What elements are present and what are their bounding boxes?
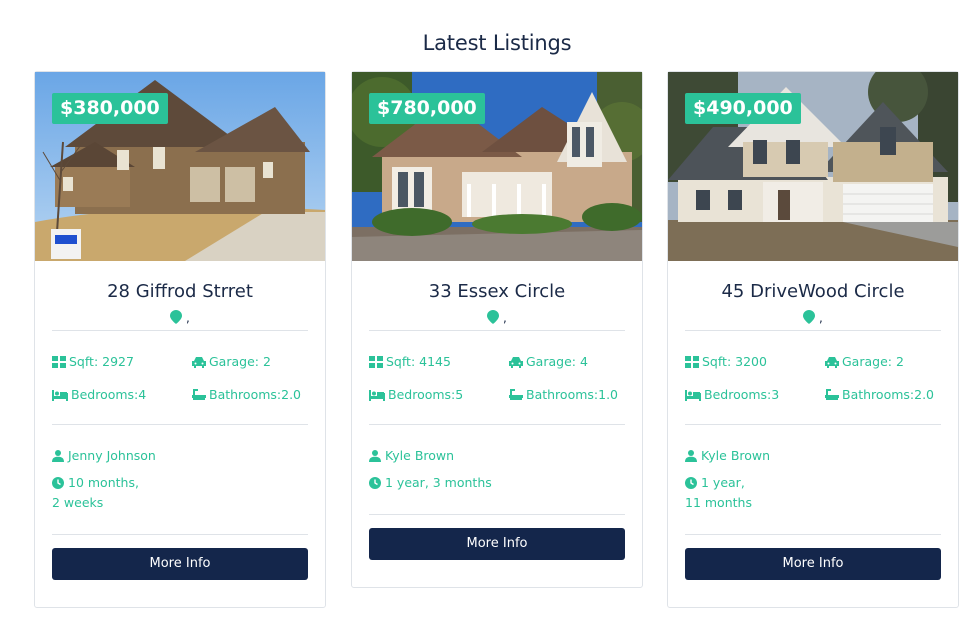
bedrooms-feature: Bedrooms:4 — [52, 387, 192, 404]
bedrooms-text: Bedrooms:5 — [388, 387, 464, 402]
sqft-feature: Sqft: 3200 — [685, 354, 825, 371]
th-large-icon — [685, 356, 699, 368]
bathrooms-text: Bathrooms:1.0 — [526, 387, 618, 402]
listed-time-line2: 11 months — [685, 495, 752, 510]
location-text: , — [503, 311, 507, 325]
sqft-text: Sqft: 2927 — [69, 354, 134, 369]
user-icon — [369, 450, 381, 462]
bedrooms-feature: Bedrooms:3 — [685, 387, 825, 404]
more-info-button[interactable]: More Info — [369, 528, 625, 560]
user-icon — [52, 450, 64, 462]
agent-name: Kyle Brown — [385, 448, 455, 463]
bathrooms-text: Bathrooms:2.0 — [842, 387, 934, 402]
clock-icon — [52, 477, 64, 489]
th-large-icon — [369, 356, 383, 368]
listing-location: , — [52, 310, 308, 330]
garage-text: Garage: 2 — [842, 354, 904, 369]
listed-time-row: 1 year, 11 months — [685, 473, 941, 513]
th-large-icon — [52, 356, 66, 368]
listed-time-line1: 1 year, — [701, 475, 745, 490]
price-badge: $490,000 — [685, 93, 801, 124]
garage-text: Garage: 4 — [526, 354, 588, 369]
bath-icon — [192, 389, 206, 400]
listed-time-line1: 1 year, 3 months — [385, 475, 492, 490]
listed-time-row: 10 months, 2 weeks — [52, 473, 308, 513]
sqft-text: Sqft: 4145 — [386, 354, 451, 369]
sqft-text: Sqft: 3200 — [702, 354, 767, 369]
listing-photo[interactable]: $780,000 — [352, 72, 642, 261]
car-icon — [192, 357, 206, 368]
garage-feature: Garage: 4 — [509, 354, 625, 371]
divider — [685, 534, 941, 535]
sqft-feature: Sqft: 2927 — [52, 354, 192, 371]
agent-row: Kyle Brown — [369, 446, 625, 466]
map-marker-icon — [487, 310, 500, 324]
map-marker-icon — [170, 310, 183, 324]
sqft-feature: Sqft: 4145 — [369, 354, 509, 371]
listing-card: $380,000 28 Giffrod Strret , Sqft: 2927 … — [34, 71, 326, 608]
agent-name: Jenny Johnson — [68, 448, 156, 463]
location-text: , — [819, 311, 823, 325]
more-info-button[interactable]: More Info — [685, 548, 941, 580]
garage-feature: Garage: 2 — [192, 354, 308, 371]
listing-photo[interactable]: $490,000 — [668, 72, 958, 261]
garage-text: Garage: 2 — [209, 354, 271, 369]
bed-icon — [685, 390, 701, 401]
divider — [52, 534, 308, 535]
bathrooms-text: Bathrooms:2.0 — [209, 387, 301, 402]
agent-name: Kyle Brown — [701, 448, 771, 463]
bedrooms-text: Bedrooms:3 — [704, 387, 780, 402]
listed-time-line2: 2 weeks — [52, 495, 104, 510]
clock-icon — [685, 477, 697, 489]
section-title: Latest Listings — [422, 31, 572, 55]
listing-location: , — [685, 310, 941, 330]
bedrooms-feature: Bedrooms:5 — [369, 387, 509, 404]
listing-card: $490,000 45 DriveWood Circle , Sqft: 320… — [667, 71, 959, 608]
bath-icon — [509, 389, 523, 400]
bathrooms-feature: Bathrooms:2.0 — [825, 387, 941, 404]
user-icon — [685, 450, 697, 462]
listing-card: $780,000 33 Essex Circle , Sqft: 4145 Ga… — [351, 71, 643, 588]
bed-icon — [369, 390, 385, 401]
clock-icon — [369, 477, 381, 489]
listing-address[interactable]: 28 Giffrod Strret — [52, 281, 308, 303]
bathrooms-feature: Bathrooms:2.0 — [192, 387, 308, 404]
more-info-button[interactable]: More Info — [52, 548, 308, 580]
listing-location: , — [369, 310, 625, 330]
bedrooms-text: Bedrooms:4 — [71, 387, 147, 402]
location-text: , — [186, 311, 190, 325]
bath-icon — [825, 389, 839, 400]
listing-photo[interactable]: $380,000 — [35, 72, 325, 261]
agent-row: Jenny Johnson — [52, 446, 308, 466]
listing-address[interactable]: 45 DriveWood Circle — [685, 281, 941, 303]
divider — [369, 514, 625, 515]
car-icon — [825, 357, 839, 368]
garage-feature: Garage: 2 — [825, 354, 941, 371]
car-icon — [509, 357, 523, 368]
listed-time-line1: 10 months, — [68, 475, 139, 490]
price-badge: $380,000 — [52, 93, 168, 124]
listed-time-row: 1 year, 3 months — [369, 473, 625, 493]
price-badge: $780,000 — [369, 93, 485, 124]
bathrooms-feature: Bathrooms:1.0 — [509, 387, 625, 404]
listing-address[interactable]: 33 Essex Circle — [369, 281, 625, 303]
agent-row: Kyle Brown — [685, 446, 941, 466]
bed-icon — [52, 390, 68, 401]
map-marker-icon — [803, 310, 816, 324]
